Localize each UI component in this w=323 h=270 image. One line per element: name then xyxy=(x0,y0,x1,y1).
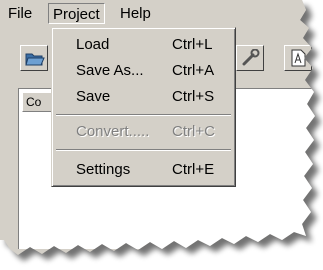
open-folder-icon xyxy=(25,49,45,67)
menu-item-convert: Convert..... Ctrl+C xyxy=(52,120,235,144)
menu-help[interactable]: Help xyxy=(116,3,155,24)
menu-project[interactable]: Project xyxy=(48,3,105,24)
menu-help-label: Help xyxy=(120,5,151,22)
open-button[interactable] xyxy=(20,45,48,71)
menu-item-label: Save xyxy=(76,88,111,105)
menu-item-shortcut: Ctrl+E xyxy=(172,161,215,178)
menu-item-shortcut: Ctrl+S xyxy=(172,88,215,105)
menu-item-settings[interactable]: Settings Ctrl+E xyxy=(52,158,235,182)
screenshot-scene: File Project Help Co Load Ctrl+L Save As… xyxy=(0,0,323,270)
menu-file[interactable]: File xyxy=(4,3,36,24)
project-menu-dropdown: Load Ctrl+L Save As... Ctrl+A Save Ctrl+… xyxy=(51,27,236,187)
menu-bar: File Project Help xyxy=(0,0,323,28)
menu-item-label: Load xyxy=(76,36,110,53)
menu-item-save[interactable]: Save Ctrl+S xyxy=(52,85,235,109)
tool-button[interactable] xyxy=(236,45,264,71)
menu-separator xyxy=(56,149,231,151)
menu-item-shortcut: Ctrl+C xyxy=(172,123,215,140)
menu-item-label: Save As... xyxy=(76,62,144,79)
menu-item-save-as[interactable]: Save As... Ctrl+A xyxy=(52,59,235,83)
menu-item-shortcut: Ctrl+L xyxy=(172,36,213,53)
menu-item-shortcut: Ctrl+A xyxy=(172,62,215,79)
menu-separator xyxy=(56,114,231,116)
menu-project-label: Project xyxy=(53,6,100,23)
wrench-icon xyxy=(241,49,261,67)
menu-item-load[interactable]: Load Ctrl+L xyxy=(52,33,235,57)
menu-item-label: Settings xyxy=(76,161,131,178)
app-window: File Project Help Co Load Ctrl+L Save As… xyxy=(0,0,323,270)
column-header-label: Co xyxy=(26,95,42,109)
menu-file-label: File xyxy=(8,5,33,22)
menu-item-label: Convert..... xyxy=(76,123,150,140)
